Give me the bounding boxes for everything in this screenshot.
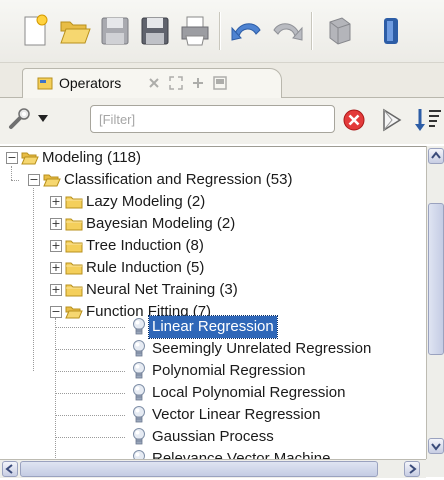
horizontal-scroll-thumb[interactable] <box>20 461 378 477</box>
scroll-up-button[interactable] <box>428 148 444 164</box>
tree-connector <box>55 349 125 350</box>
folder-icon <box>65 282 83 297</box>
tree-connector <box>55 415 125 416</box>
tree-connector <box>55 371 125 372</box>
operator-icon <box>131 405 147 425</box>
redo-icon[interactable] <box>270 14 304 48</box>
print-icon[interactable] <box>178 14 212 48</box>
new-document-icon[interactable] <box>18 14 52 48</box>
folder-icon <box>65 216 83 231</box>
maximize-icon[interactable] <box>169 76 183 90</box>
tree-node-label: Bayesian Modeling (2) <box>86 215 236 232</box>
folder-open-icon <box>43 172 61 187</box>
view-tab-strip: Operators <box>0 63 444 98</box>
clear-filter-icon[interactable] <box>342 108 366 132</box>
operator-icon <box>131 361 147 381</box>
expand-tree-icon[interactable] <box>380 106 404 134</box>
chevron-down-icon <box>431 443 441 451</box>
tree-operator-label: Local Polynomial Regression <box>152 384 346 401</box>
folder-icon <box>65 260 83 275</box>
tree-operator-label: Seemingly Unrelated Regression <box>152 340 372 357</box>
expand-toggle[interactable]: + <box>50 196 62 208</box>
tree-connector <box>33 188 34 371</box>
filter-bar <box>0 98 444 144</box>
tree-node-label: Lazy Modeling (2) <box>86 193 206 210</box>
sort-icon[interactable] <box>414 106 444 134</box>
vertical-scroll-thumb[interactable] <box>428 203 444 355</box>
operator-icon <box>131 427 147 447</box>
tree-operator-label: Linear Regression <box>148 315 278 339</box>
filter-input[interactable] <box>90 105 335 133</box>
tree-connector <box>55 393 125 394</box>
undo-icon[interactable] <box>230 14 264 48</box>
tree-operator-label: Vector Linear Regression <box>152 406 321 423</box>
scrollbar-corner <box>426 459 444 477</box>
tree-connector <box>55 327 125 328</box>
dock-icon[interactable] <box>213 76 227 90</box>
operators-icon <box>37 77 53 90</box>
tab-operators[interactable]: Operators <box>22 68 282 98</box>
main-toolbar <box>0 0 444 63</box>
tree-node-label: Classification and Regression (53) <box>64 171 293 188</box>
scroll-right-button[interactable] <box>404 461 420 477</box>
operators-tree[interactable]: − Modeling (118) − Classification and Re… <box>0 146 426 460</box>
operator-icon <box>131 339 147 359</box>
tree-node-label: Tree Induction (8) <box>86 237 204 254</box>
toolbar-separator <box>311 12 313 50</box>
scroll-down-button[interactable] <box>428 438 444 454</box>
folder-open-icon <box>21 150 39 165</box>
toolbar-separator <box>219 12 221 50</box>
save-icon[interactable] <box>98 14 132 48</box>
wrench-icon[interactable] <box>8 108 32 130</box>
operator-icon <box>131 317 147 337</box>
folder-open-icon <box>65 304 83 319</box>
chevron-down-icon[interactable] <box>38 115 48 123</box>
chevron-up-icon <box>431 151 441 159</box>
close-icon[interactable] <box>147 76 161 90</box>
run-icon[interactable] <box>360 14 400 48</box>
scroll-left-button[interactable] <box>2 461 18 477</box>
horizontal-scrollbar[interactable] <box>0 459 426 478</box>
tree-connector <box>11 180 19 181</box>
tree-connector <box>11 166 12 180</box>
tree-node-label: Neural Net Training (3) <box>86 281 238 298</box>
tab-label: Operators <box>59 75 122 91</box>
vertical-scrollbar[interactable] <box>426 146 444 459</box>
collapse-toggle[interactable]: − <box>50 306 62 318</box>
tree-operator-label: Gaussian Process <box>152 428 274 445</box>
chevron-left-icon <box>5 464 13 474</box>
tree-operator-label: Polynomial Regression <box>152 362 306 379</box>
expand-toggle[interactable]: + <box>50 284 62 296</box>
run-icon[interactable] <box>322 14 356 48</box>
tree-node-label: Rule Induction (5) <box>86 259 205 276</box>
folder-icon <box>65 238 83 253</box>
tree-node-label: Modeling (118) <box>42 149 141 166</box>
operator-icon <box>131 383 147 403</box>
expand-toggle[interactable]: + <box>50 262 62 274</box>
tree-connector <box>55 437 125 438</box>
restore-icon[interactable] <box>191 76 205 90</box>
folder-icon <box>65 194 83 209</box>
collapse-toggle[interactable]: − <box>28 174 40 186</box>
expand-toggle[interactable]: + <box>50 218 62 230</box>
expand-toggle[interactable]: + <box>50 240 62 252</box>
chevron-right-icon <box>409 464 417 474</box>
collapse-toggle[interactable]: − <box>6 152 18 164</box>
save-as-icon[interactable] <box>138 14 172 48</box>
open-folder-icon[interactable] <box>58 14 92 48</box>
tree-connector <box>55 318 56 460</box>
